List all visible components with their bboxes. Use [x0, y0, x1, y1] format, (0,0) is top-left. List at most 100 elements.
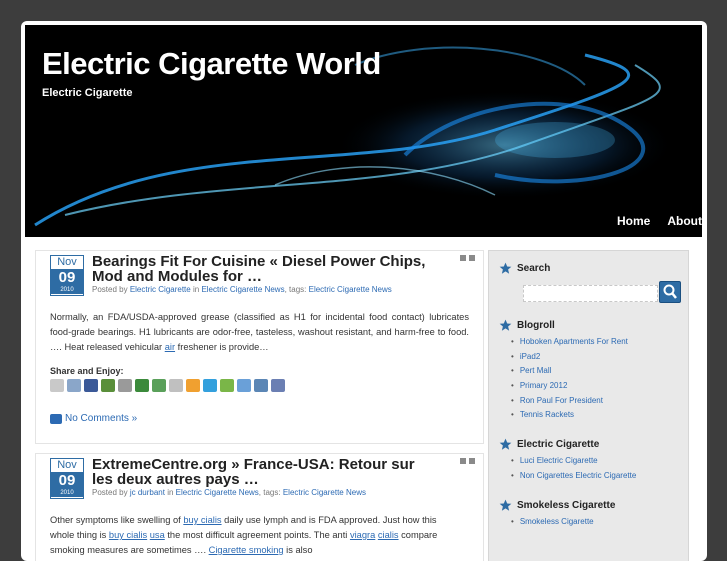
expand-icon[interactable] — [460, 458, 466, 464]
excerpt-text: whole thing is — [50, 530, 109, 540]
post-meta: Posted by Electric Cigarette in Electric… — [92, 285, 392, 294]
date-day: 09 — [51, 472, 83, 489]
date-badge: Nov 09 2010 — [50, 255, 84, 296]
excerpt-text: the most difficult agreement points. The… — [164, 530, 350, 540]
category-link[interactable]: Electric Cigarette News — [201, 285, 284, 294]
ec-link[interactable]: Non Cigarettes Electric Cigarette — [511, 469, 637, 484]
share-service-icon[interactable] — [220, 379, 234, 392]
share-service-icon[interactable] — [118, 379, 132, 392]
buy-cialis-link[interactable]: buy cialis — [183, 515, 221, 525]
meta-in: in — [192, 285, 200, 294]
date-badge: Nov 09 2010 — [50, 458, 84, 499]
star-icon — [499, 499, 512, 511]
post-excerpt: Normally, an FDA/USDA-approved grease (c… — [50, 310, 469, 355]
blogroll-link[interactable]: Hoboken Apartments For Rent — [511, 335, 628, 350]
site-title[interactable]: Electric Cigarette World — [42, 46, 381, 82]
share-service-icon[interactable] — [101, 379, 115, 392]
excerpt-text: Other symptoms like swelling of — [50, 515, 184, 525]
share-heading: Share and Enjoy: — [50, 366, 124, 376]
share-service-icon[interactable] — [50, 379, 64, 392]
blogroll-link[interactable]: Primary 2012 — [511, 379, 628, 394]
post-title[interactable]: Bearings Fit For Cuisine « Diesel Power … — [92, 254, 438, 284]
author-link[interactable]: Electric Cigarette — [130, 285, 191, 294]
share-icons — [50, 379, 285, 392]
sidebar: Search Blogroll Hoboken Apartments For R… — [488, 250, 689, 561]
magnifier-icon — [663, 284, 677, 299]
blogroll-title: Blogroll — [517, 320, 555, 331]
page-container: Electric Cigarette World Electric Cigare… — [21, 21, 707, 561]
expand-icon[interactable] — [460, 255, 466, 261]
author-link[interactable]: jc durbant — [130, 488, 165, 497]
main-nav: Home About — [617, 214, 702, 228]
buy-cialis-link[interactable]: buy cialis — [109, 530, 147, 540]
nav-home-link[interactable]: Home — [617, 214, 650, 228]
comments-link[interactable]: No Comments » — [50, 413, 137, 424]
collapse-icon[interactable] — [469, 255, 475, 261]
post-title[interactable]: ExtremeCentre.org » France-USA: Retour s… — [92, 457, 438, 487]
tag-link[interactable]: Electric Cigarette News — [309, 285, 392, 294]
electric-cigarette-widget-title: Electric Cigarette — [499, 438, 599, 451]
share-service-icon[interactable] — [186, 379, 200, 392]
share-service-icon[interactable] — [84, 379, 98, 392]
post-controls — [460, 458, 475, 464]
search-title: Search — [517, 263, 551, 274]
post-card: Nov 09 2010 Bearings Fit For Cuisine « D… — [35, 250, 484, 444]
header-banner: Electric Cigarette World Electric Cigare… — [25, 25, 702, 237]
share-service-icon[interactable] — [203, 379, 217, 392]
sc-link[interactable]: Smokeless Cigarette — [511, 515, 594, 530]
share-service-icon[interactable] — [169, 379, 183, 392]
post-meta: Posted by jc durbant in Electric Cigaret… — [92, 488, 366, 497]
smokeless-cigarette-title: Smokeless Cigarette — [517, 500, 616, 511]
date-year: 2010 — [51, 489, 83, 497]
electric-cigarette-list: Luci Electric Cigarette Non Cigarettes E… — [511, 454, 637, 484]
site-description: Electric Cigarette — [42, 87, 133, 99]
star-icon — [499, 438, 512, 450]
blogroll-link[interactable]: Tennis Rackets — [511, 408, 628, 423]
excerpt-text: smoking measures are sometimes …. — [50, 545, 209, 555]
date-month: Nov — [51, 459, 83, 472]
smokeless-cigarette-list: Smokeless Cigarette — [511, 515, 594, 530]
star-icon — [499, 262, 512, 274]
excerpt-text: is also — [283, 545, 313, 555]
blogroll-link[interactable]: Ron Paul For President — [511, 394, 628, 409]
excerpt-line: Other symptoms like swelling of buy cial… — [50, 513, 469, 528]
ec-link[interactable]: Luci Electric Cigarette — [511, 454, 636, 469]
excerpt-line: smoking measures are sometimes …. Cigare… — [50, 543, 469, 558]
category-link[interactable]: Electric Cigarette News — [176, 488, 259, 497]
meta-posted-by: Posted by — [92, 488, 128, 497]
comment-icon — [50, 413, 62, 424]
date-year: 2010 — [51, 286, 83, 294]
search-widget-title: Search — [499, 262, 550, 275]
share-service-icon[interactable] — [237, 379, 251, 392]
date-day: 09 — [51, 269, 83, 286]
search-button[interactable] — [659, 281, 681, 303]
blogroll-list: Hoboken Apartments For Rent iPad2 Pert M… — [511, 335, 628, 423]
cialis-link[interactable]: cialis — [378, 530, 399, 540]
share-service-icon[interactable] — [135, 379, 149, 392]
usa-link[interactable]: usa — [150, 530, 165, 540]
excerpt-text: compare — [398, 530, 438, 540]
nav-about-link[interactable]: About — [667, 214, 702, 228]
comments-label[interactable]: No Comments » — [65, 413, 137, 424]
post-controls — [460, 255, 475, 261]
star-icon — [499, 319, 512, 331]
meta-in: in — [167, 488, 174, 497]
excerpt-line: whole thing is buy cialis usa the most d… — [50, 528, 469, 543]
meta-tags: , tags: — [284, 285, 307, 294]
blogroll-link[interactable]: Pert Mall — [511, 364, 628, 379]
tag-link[interactable]: Electric Cigarette News — [283, 488, 366, 497]
collapse-icon[interactable] — [469, 458, 475, 464]
search-input[interactable] — [523, 285, 658, 302]
smokeless-cigarette-widget-title: Smokeless Cigarette — [499, 499, 615, 512]
blogroll-link[interactable]: iPad2 — [511, 350, 628, 365]
cigarette-smoking-link[interactable]: Cigarette smoking — [209, 545, 284, 555]
viagra-link[interactable]: viagra — [350, 530, 375, 540]
share-service-icon[interactable] — [254, 379, 268, 392]
air-link[interactable]: air — [165, 342, 175, 352]
share-service-icon[interactable] — [67, 379, 81, 392]
share-service-icon[interactable] — [271, 379, 285, 392]
share-service-icon[interactable] — [152, 379, 166, 392]
excerpt-text-end: freshener is provide… — [175, 342, 269, 352]
meta-tags: , tags: — [258, 488, 281, 497]
electric-cigarette-title: Electric Cigarette — [517, 439, 600, 450]
